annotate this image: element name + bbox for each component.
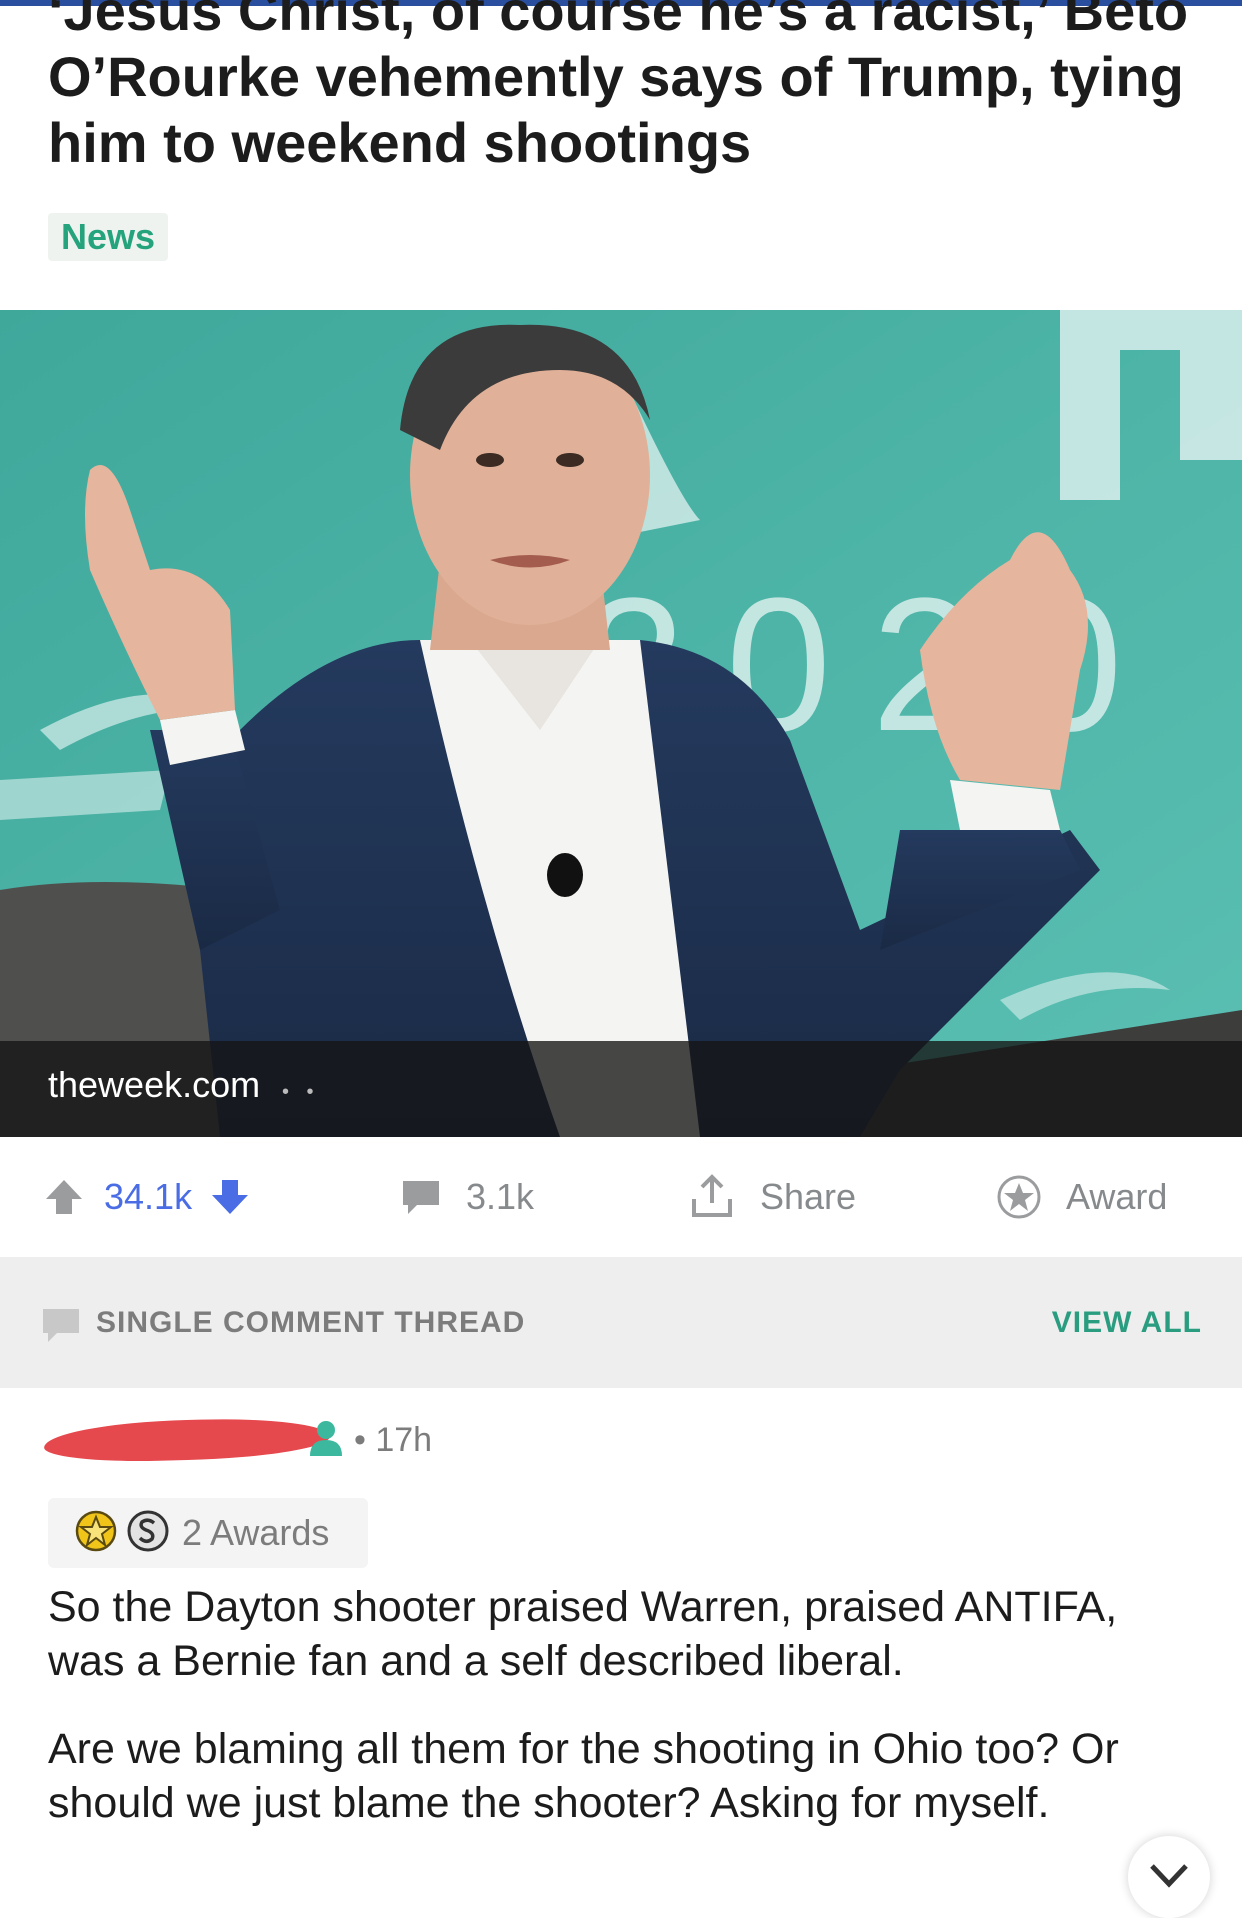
- post-actions-bar: 34.1k 3.1k Share Award: [0, 1137, 1242, 1257]
- upvote-icon[interactable]: [44, 1177, 84, 1217]
- comment-paragraph: Are we blaming all them for the shooting…: [48, 1725, 1119, 1827]
- comment-paragraph: So the Dayton shooter praised Warren, pr…: [48, 1583, 1118, 1685]
- redacted-username: [43, 1416, 331, 1464]
- source-bar: theweek.com • •: [0, 1041, 1242, 1137]
- awards-badge[interactable]: 2 Awards: [48, 1498, 368, 1568]
- comment-meta: • 17h: [43, 1412, 644, 1468]
- post-flair[interactable]: News: [48, 213, 169, 261]
- source-domain[interactable]: theweek.com: [48, 1063, 260, 1107]
- photo-illustration: 2020: [0, 310, 1242, 1137]
- thread-comment-icon: [40, 1305, 82, 1350]
- comment-icon: [400, 1177, 442, 1217]
- share-icon: [688, 1173, 736, 1221]
- thread-header: SINGLE COMMENT THREAD VIEW ALL: [0, 1257, 1242, 1388]
- share-button[interactable]: Share: [688, 1173, 856, 1221]
- comment-timestamp: • 17h: [354, 1421, 433, 1459]
- comments-count: 3.1k: [466, 1176, 535, 1217]
- comments-button[interactable]: 3.1k: [400, 1173, 534, 1221]
- user-icon: [308, 1418, 344, 1463]
- gold-award-icon: [74, 1509, 118, 1558]
- view-all-link[interactable]: VIEW ALL: [1052, 1303, 1202, 1343]
- thread-label: SINGLE COMMENT THREAD: [96, 1306, 526, 1339]
- source-dots: • •: [282, 1081, 320, 1103]
- share-label: Share: [760, 1176, 857, 1217]
- downvote-icon[interactable]: [210, 1177, 250, 1217]
- award-button[interactable]: Award: [996, 1173, 1167, 1221]
- vote-count: 34.1k: [104, 1176, 193, 1217]
- awards-count: 2 Awards: [182, 1512, 330, 1553]
- award-label: Award: [1066, 1176, 1168, 1217]
- post-title[interactable]: ‘Jesus Christ, of course he’s a racist,’…: [48, 0, 1208, 176]
- vote-group: 34.1k: [44, 1173, 250, 1221]
- comment-body: So the Dayton shooter praised Warren, pr…: [48, 1580, 1198, 1864]
- silver-award-icon: [126, 1509, 170, 1558]
- collapse-button[interactable]: [1128, 1836, 1210, 1918]
- post-image[interactable]: 2020 theweek.com • •: [0, 310, 1242, 1137]
- award-icon: [996, 1174, 1042, 1220]
